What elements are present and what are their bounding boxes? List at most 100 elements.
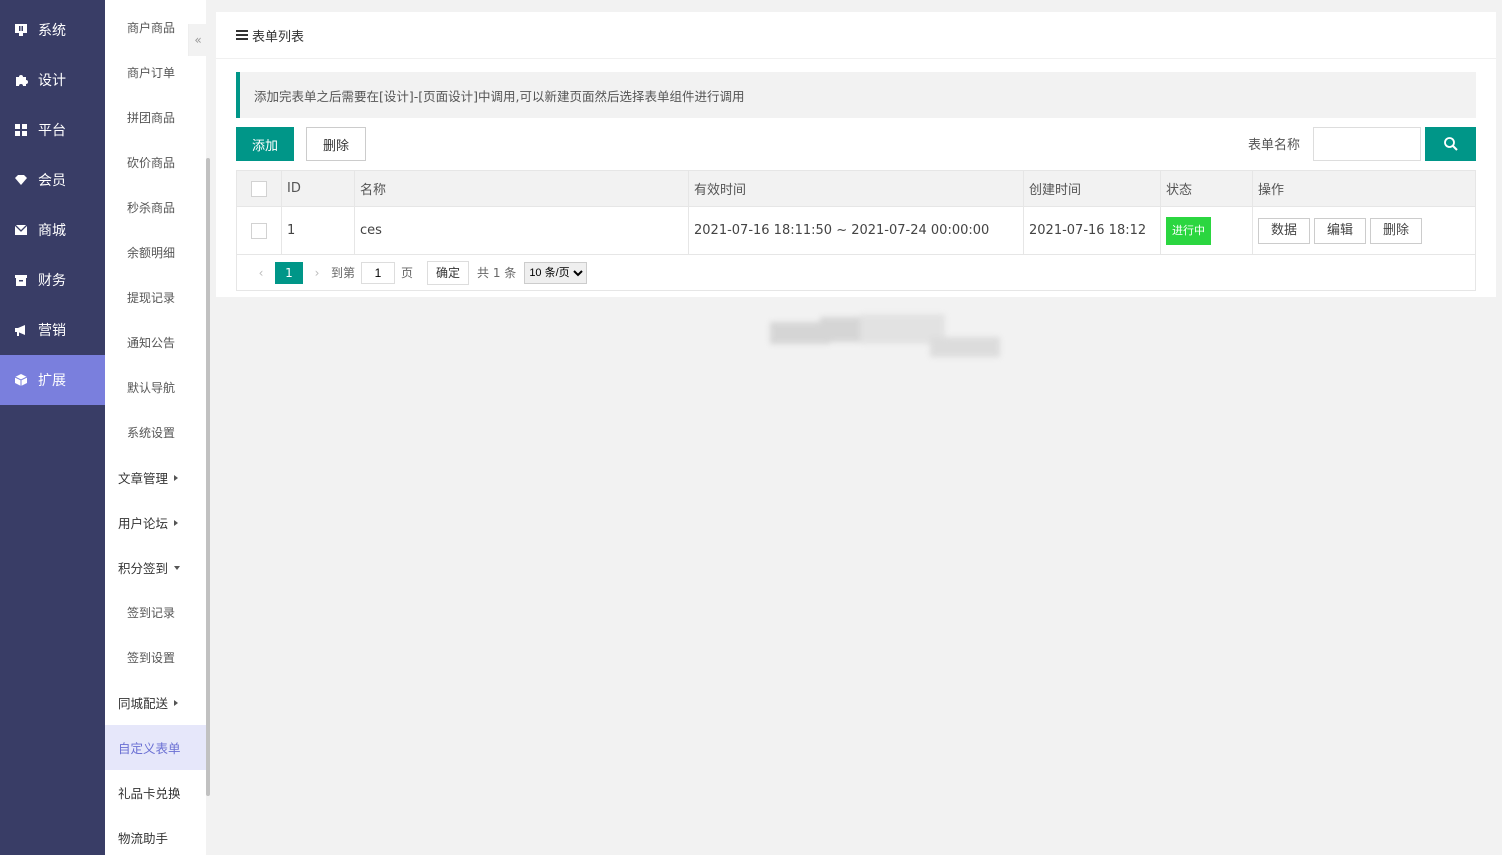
list-icon xyxy=(236,30,248,40)
subnav-item-6[interactable]: 提现记录 xyxy=(105,275,206,320)
page-size-select[interactable]: 10 条/页 xyxy=(524,261,588,284)
delete-button[interactable]: 删除 xyxy=(306,127,366,161)
nav-item-label: 平台 xyxy=(38,123,66,139)
subnav-item-label: 用户论坛 xyxy=(118,516,169,531)
subnav-item-2[interactable]: 拼团商品 xyxy=(105,95,206,140)
subnav-item-16[interactable]: 自定义表单 xyxy=(105,725,206,770)
header-status[interactable]: 状态 xyxy=(1160,170,1253,207)
search-label: 表单名称 xyxy=(1248,138,1301,153)
nav-item-3[interactable]: 会员 xyxy=(0,155,105,205)
subnav-item-12[interactable]: 积分签到 xyxy=(105,545,206,590)
add-button[interactable]: 添加 xyxy=(236,127,294,161)
caret-right-icon xyxy=(174,474,179,481)
subnav-item-13[interactable]: 签到记录 xyxy=(105,590,206,635)
total-count: 共 1 条 xyxy=(477,266,517,280)
form-name-search-input[interactable] xyxy=(1313,127,1421,161)
envelope-icon xyxy=(14,223,28,237)
edit-button[interactable]: 编辑 xyxy=(1314,217,1367,244)
secondary-sidebar: 商户商品商户订单 拼团商品砍价商品秒杀商品余额明细提现记录通知公告默认导航 系统设置… xyxy=(105,0,206,855)
monitor-icon xyxy=(14,23,28,37)
subnav-item-label: 文章管理 xyxy=(118,471,169,486)
subnav-item-label: 余额明细 xyxy=(127,246,176,260)
nav-item-label: 会员 xyxy=(38,173,66,189)
header-created[interactable]: 创建时间 xyxy=(1023,170,1161,207)
subnav-item-10[interactable]: 文章管理 xyxy=(105,455,206,500)
current-page[interactable]: 1 xyxy=(275,261,303,284)
nav-item-0[interactable]: 系统 xyxy=(0,5,105,55)
row-select-cell xyxy=(236,206,282,255)
subnav-item-8[interactable]: 默认导航 xyxy=(105,365,206,410)
status-badge: 进行中 xyxy=(1166,216,1211,245)
subnav-item-3[interactable]: 砍价商品 xyxy=(105,140,206,185)
header-id[interactable]: ID xyxy=(281,170,355,207)
search-button[interactable] xyxy=(1425,127,1476,161)
nav-item-5[interactable]: 财务 xyxy=(0,255,105,305)
subnav-item-label: 砍价商品 xyxy=(127,156,176,170)
nav-item-1[interactable]: 设计 xyxy=(0,55,105,105)
subnav-item-7[interactable]: 通知公告 xyxy=(105,320,206,365)
row-checkbox[interactable] xyxy=(251,222,267,239)
cell-actions: 数据 编辑 删除 xyxy=(1252,206,1476,255)
subnav-item-11[interactable]: 用户论坛 xyxy=(105,500,206,545)
megaphone-icon xyxy=(14,323,28,337)
subnav-item-15[interactable]: 同城配送 xyxy=(105,680,206,725)
notice-banner: 添加完表单之后需要在[设计]-[页面设计]中调用,可以新建页面然后选择表单组件进… xyxy=(236,72,1476,118)
subnav-item-label: 秒杀商品 xyxy=(127,201,176,215)
cell-valid-time: 2021-07-16 18:11:50 ~ 2021-07-24 00:00:0… xyxy=(688,206,1024,255)
prev-page-icon[interactable]: ‹ xyxy=(247,266,275,280)
subnav-item-label: 积分签到 xyxy=(118,561,169,576)
gem-icon xyxy=(14,173,28,187)
nav-item-label: 营销 xyxy=(38,323,66,339)
row-delete-button[interactable]: 删除 xyxy=(1370,217,1423,244)
nav-item-2[interactable]: 平台 xyxy=(0,105,105,155)
cell-created: 2021-07-16 18:12 xyxy=(1023,206,1161,255)
puzzle-icon xyxy=(14,73,28,87)
table-header-row: ID 名称 有效时间 创建时间 状态 操作 xyxy=(236,170,1476,207)
goto-label: 到第 xyxy=(331,266,356,280)
subnav-item-label: 商户商品 xyxy=(127,21,176,35)
subnav-item-5[interactable]: 余额明细 xyxy=(105,230,206,275)
subnav-item-17[interactable]: 礼品卡兑换 xyxy=(105,770,206,815)
notice-text: 添加完表单之后需要在[设计]-[页面设计]中调用,可以新建页面然后选择表单组件进… xyxy=(254,88,745,104)
subnav-item-label: 礼品卡兑换 xyxy=(118,786,181,801)
wallet-icon xyxy=(14,273,28,287)
goto-confirm-button[interactable]: 确定 xyxy=(427,260,470,285)
header-valid-time[interactable]: 有效时间 xyxy=(688,170,1024,207)
caret-right-icon xyxy=(174,699,179,706)
subnav-item-label: 通知公告 xyxy=(127,336,176,350)
subnav-item-1[interactable]: 商户订单 xyxy=(105,50,206,95)
goto-page-input[interactable] xyxy=(361,261,396,284)
select-all-checkbox[interactable] xyxy=(251,180,267,197)
subnav-item-label: 签到设置 xyxy=(127,651,176,665)
cell-id: 1 xyxy=(281,206,355,255)
subnav-item-18[interactable]: 物流助手 xyxy=(105,815,206,855)
subnav-item-9[interactable]: 系统设置 xyxy=(105,410,206,455)
page-unit-label: 页 xyxy=(401,266,414,280)
form-table: ID 名称 有效时间 创建时间 状态 操作 1 ces 2021-07-16 1… xyxy=(236,170,1476,255)
nav-item-6[interactable]: 营销 xyxy=(0,305,105,355)
table-row: 1 ces 2021-07-16 18:11:50 ~ 2021-07-24 0… xyxy=(236,206,1476,255)
subnav-item-label: 物流助手 xyxy=(118,831,169,846)
select-all-cell xyxy=(236,170,282,207)
cell-name: ces xyxy=(354,206,689,255)
header-actions: 操作 xyxy=(1252,170,1476,207)
cell-status: 进行中 xyxy=(1160,206,1253,255)
page-title: 表单列表 xyxy=(252,29,305,45)
subnav-item-label: 签到记录 xyxy=(127,606,176,620)
caret-down-icon xyxy=(174,565,181,570)
nav-item-7[interactable]: 扩展 xyxy=(0,355,105,405)
subnav-item-label: 同城配送 xyxy=(118,696,169,711)
search-icon xyxy=(1443,137,1458,151)
collapse-sidebar-button[interactable]: « xyxy=(188,24,207,56)
nav-item-4[interactable]: 商城 xyxy=(0,205,105,255)
data-button[interactable]: 数据 xyxy=(1258,217,1311,244)
subnav-item-label: 提现记录 xyxy=(127,291,176,305)
subnav-item-4[interactable]: 秒杀商品 xyxy=(105,185,206,230)
nav-item-label: 财务 xyxy=(38,273,66,289)
blurred-footer xyxy=(720,312,1010,362)
nav-item-label: 设计 xyxy=(38,73,66,89)
sidebar-scrollbar-thumb[interactable] xyxy=(206,158,210,796)
header-name[interactable]: 名称 xyxy=(354,170,689,207)
next-page-icon[interactable]: › xyxy=(303,266,331,280)
subnav-item-14[interactable]: 签到设置 xyxy=(105,635,206,680)
